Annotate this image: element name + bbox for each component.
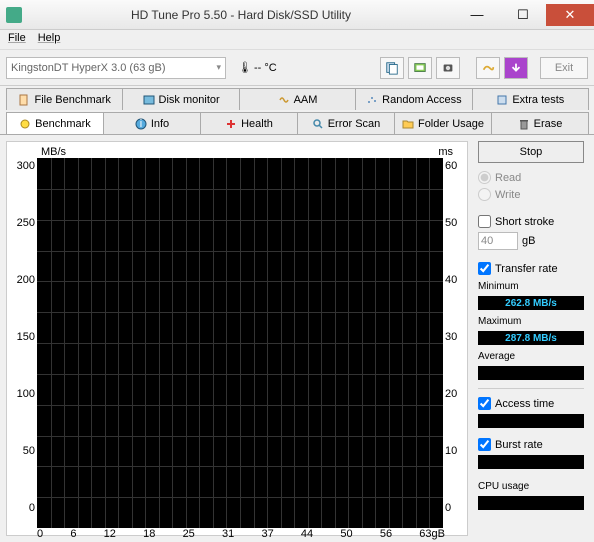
read-label: Read	[495, 172, 521, 184]
x-axis: 0 6 12 18 25 31 37 44 50 56 63gB	[13, 528, 445, 542]
tab-disk-monitor[interactable]: Disk monitor	[122, 88, 239, 110]
minimize-button[interactable]: —	[454, 4, 500, 26]
content-area: MB/s ms 300 250 200 150 100 50 0 60 50 4…	[0, 134, 594, 542]
short-stroke-checkbox[interactable]	[478, 215, 491, 228]
tab-aam[interactable]: AAM	[239, 88, 356, 110]
window-title: HD Tune Pro 5.50 - Hard Disk/SSD Utility	[28, 8, 454, 22]
thermometer-icon: 🌡	[238, 61, 252, 74]
y-axis-left: 300 250 200 150 100 50 0	[13, 158, 37, 528]
short-stroke-input[interactable]	[478, 232, 518, 250]
maximum-value: 287.8 MB/s	[478, 331, 584, 345]
access-time-checkbox[interactable]	[478, 397, 491, 410]
cpu-usage-label: CPU usage	[478, 481, 584, 492]
maximize-button[interactable]: ☐	[500, 4, 546, 26]
minimum-value: 262.8 MB/s	[478, 296, 584, 310]
copy-info-button[interactable]	[380, 57, 404, 79]
burst-rate-label: Burst rate	[495, 439, 543, 451]
burst-rate-value	[478, 455, 584, 469]
temperature-display: 🌡 -- °C	[238, 61, 277, 74]
tabs-row-bottom: Benchmark iInfo Health Error Scan Folder…	[0, 110, 594, 134]
options-button[interactable]	[476, 57, 500, 79]
toolbar: KingstonDT HyperX 3.0 (63 gB) ▾ 🌡 -- °C …	[0, 50, 594, 86]
tab-benchmark[interactable]: Benchmark	[6, 112, 104, 134]
burst-rate-checkbox[interactable]	[478, 438, 491, 451]
copy-screenshot-button[interactable]	[408, 57, 432, 79]
write-radio[interactable]	[478, 188, 491, 201]
menu-file[interactable]: File	[8, 32, 26, 47]
y-left-label: MB/s	[41, 146, 66, 158]
tab-random-access[interactable]: Random Access	[355, 88, 472, 110]
short-stroke-unit: gB	[522, 235, 535, 247]
access-time-label: Access time	[495, 398, 554, 410]
maximum-label: Maximum	[478, 316, 584, 327]
minimum-label: Minimum	[478, 281, 584, 292]
read-radio[interactable]	[478, 171, 491, 184]
app-icon	[6, 7, 22, 23]
menubar: File Help	[0, 30, 594, 50]
titlebar: HD Tune Pro 5.50 - Hard Disk/SSD Utility…	[0, 0, 594, 30]
device-label: KingstonDT HyperX 3.0 (63 gB)	[11, 62, 165, 74]
average-label: Average	[478, 351, 584, 362]
minimize-tray-button[interactable]	[504, 57, 528, 79]
tab-folder-usage[interactable]: Folder Usage	[394, 112, 492, 134]
write-label: Write	[495, 189, 520, 201]
tab-erase[interactable]: Erase	[491, 112, 589, 134]
transfer-rate-label: Transfer rate	[495, 263, 558, 275]
sidebar-controls: Stop Read Write Short stroke gB Transfer…	[468, 141, 588, 536]
y-axis-right: 60 50 40 30 20 10 0	[443, 158, 461, 528]
exit-button[interactable]: Exit	[540, 57, 588, 79]
tab-extra-tests[interactable]: Extra tests	[472, 88, 589, 110]
tab-info[interactable]: iInfo	[103, 112, 201, 134]
tabs-row-top: File Benchmark Disk monitor AAM Random A…	[0, 86, 594, 110]
cpu-usage-value	[478, 496, 584, 510]
tab-health[interactable]: Health	[200, 112, 298, 134]
stop-button[interactable]: Stop	[478, 141, 584, 163]
svg-text:i: i	[140, 118, 142, 130]
chevron-down-icon: ▾	[216, 62, 221, 73]
short-stroke-label: Short stroke	[495, 216, 554, 228]
close-button[interactable]: ✕	[546, 4, 594, 26]
average-value	[478, 366, 584, 380]
temperature-value: -- °C	[254, 62, 277, 74]
y-right-label: ms	[438, 146, 453, 158]
chart-area: MB/s ms 300 250 200 150 100 50 0 60 50 4…	[6, 141, 468, 536]
menu-help[interactable]: Help	[38, 32, 61, 47]
access-time-value	[478, 414, 584, 428]
tab-error-scan[interactable]: Error Scan	[297, 112, 395, 134]
save-screenshot-button[interactable]	[436, 57, 460, 79]
device-select[interactable]: KingstonDT HyperX 3.0 (63 gB) ▾	[6, 57, 226, 79]
transfer-rate-checkbox[interactable]	[478, 262, 491, 275]
tab-file-benchmark[interactable]: File Benchmark	[6, 88, 123, 110]
chart-plot	[37, 158, 443, 528]
